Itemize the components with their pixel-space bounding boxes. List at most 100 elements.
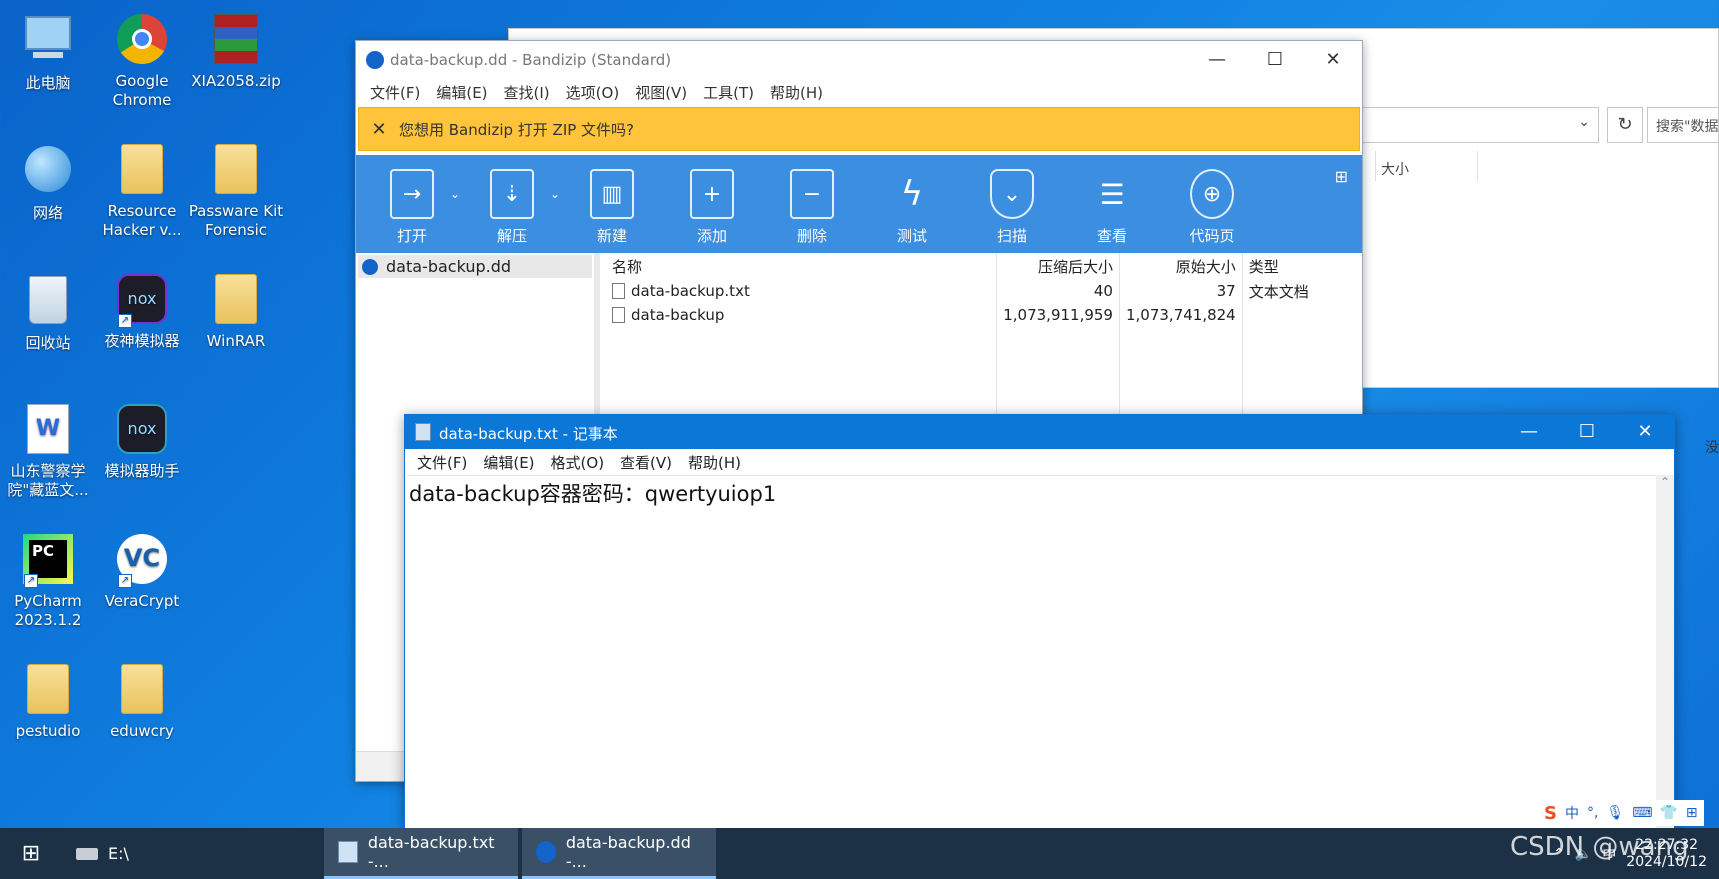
network-globe-icon [22, 146, 74, 202]
window-title: data-backup.dd - Bandizip (Standard) [390, 51, 672, 69]
menu-help[interactable]: 帮助(H) [762, 79, 831, 105]
start-button[interactable]: ⊞ [0, 841, 62, 866]
notepad-titlebar[interactable]: data-backup.txt - 记事本 — ☐ ✕ [405, 415, 1674, 449]
column-header-type[interactable]: 类型 [1242, 253, 1362, 279]
desktop-icon-pycharm[interactable]: PC ↗ PyCharm 2023.1.2 [0, 530, 96, 630]
open-button[interactable]: → 打开 ⌄ [362, 155, 462, 253]
taskbar-item-drive-e[interactable]: E:\ [62, 828, 252, 879]
folder-icon [210, 144, 262, 200]
chevron-up-icon[interactable]: ⌃ [1656, 475, 1674, 489]
menu-help[interactable]: 帮助(H) [680, 449, 749, 473]
pycharm-icon: PC ↗ [22, 534, 74, 590]
ime-toolbar[interactable]: S 中 °, 🎙 ⌨ 👕 ⊞ [1538, 800, 1704, 826]
desktop-icon-eduwcry[interactable]: eduwcry [94, 660, 190, 741]
menu-file[interactable]: 文件(F) [362, 79, 428, 105]
menu-find[interactable]: 查找(I) [496, 79, 558, 105]
desktop-icon-this-pc[interactable]: 此电脑 [0, 10, 96, 93]
keyboard-icon[interactable]: ⌨ [1632, 805, 1652, 821]
lightning-icon: ϟ [900, 174, 924, 214]
refresh-button[interactable]: ↻ [1607, 107, 1643, 143]
delete-button[interactable]: − 删除 [762, 155, 862, 253]
search-input[interactable]: 搜索"数据 [1647, 107, 1719, 143]
bandizip-app-icon [362, 258, 378, 275]
desktop-icon-emulator-helper[interactable]: nox 模拟器助手 [94, 400, 190, 481]
desktop-icon-recycle-bin[interactable]: 回收站 [0, 270, 96, 353]
folder-icon [116, 144, 168, 200]
text-editor[interactable]: data-backup容器密码：qwertyuiop1 [407, 475, 1656, 829]
menu-file[interactable]: 文件(F) [409, 449, 475, 473]
desktop-icon-chrome[interactable]: Google Chrome [94, 10, 190, 110]
ime-language[interactable]: 中 [1565, 803, 1579, 823]
chevron-down-icon[interactable]: ⌄ [450, 187, 460, 201]
column-header-original[interactable]: 原始大小 [1119, 253, 1243, 279]
column-header-size[interactable]: 大小 [1381, 159, 1409, 179]
toolbox-icon[interactable]: ⊞ [1686, 805, 1698, 821]
chevron-down-icon[interactable]: ⌄ [1578, 114, 1590, 130]
scan-button[interactable]: ⌄ 扫描 [962, 155, 1062, 253]
bandizip-titlebar[interactable]: data-backup.dd - Bandizip (Standard) — ☐… [356, 41, 1362, 79]
table-row[interactable]: data-backup.txt 40 37 文本文档 [606, 279, 1362, 303]
microphone-icon[interactable]: 🎙 [1606, 805, 1624, 821]
menu-view[interactable]: 查看(V) [612, 449, 680, 473]
taskbar-item-bandizip[interactable]: data-backup.dd -... [522, 828, 716, 879]
desktop-icon-veracrypt[interactable]: VC ↗ VeraCrypt [94, 530, 190, 611]
maximize-button[interactable]: ☐ [1558, 415, 1616, 449]
punctuation-icon[interactable]: °, [1587, 805, 1598, 821]
new-archive-button[interactable]: ▥ 新建 [562, 155, 662, 253]
table-row[interactable]: data-backup 1,073,911,959 1,073,741,824 [606, 303, 1362, 327]
delete-file-icon: − [790, 169, 834, 219]
desktop-icon-pestudio[interactable]: pestudio [0, 660, 96, 741]
column-divider[interactable] [1477, 151, 1478, 181]
notepad-icon [338, 841, 358, 863]
menu-options[interactable]: 选项(O) [558, 79, 628, 105]
add-button[interactable]: + 添加 [662, 155, 762, 253]
desktop-icon-winrar[interactable]: WinRAR [188, 270, 284, 351]
desktop-icon-resource-hacker[interactable]: Resource Hacker v... [94, 140, 190, 240]
extract-button[interactable]: ⇣ 解压 ⌄ [462, 155, 562, 253]
extract-icon: ⇣ [490, 169, 534, 219]
chevron-down-icon[interactable]: ⌄ [550, 187, 560, 201]
desktop-icon-wps-doc[interactable]: W 山东警察学院"藏蓝文... [0, 400, 96, 500]
nox-icon: nox ↗ [116, 274, 168, 330]
desktop-icon-nox[interactable]: nox ↗ 夜神模拟器 [94, 270, 190, 351]
menu-view[interactable]: 视图(V) [627, 79, 695, 105]
column-header-compressed[interactable]: 压缩后大小 [996, 253, 1120, 279]
menu-tools[interactable]: 工具(T) [695, 79, 762, 105]
menu-edit[interactable]: 编辑(E) [428, 79, 495, 105]
layout-grid-icon[interactable]: ⊞ [1335, 167, 1348, 186]
close-button[interactable]: ✕ [1616, 415, 1674, 449]
desktop-icon-xia2058-zip[interactable]: XIA2058.zip [188, 10, 284, 91]
desktop-icon-network[interactable]: 网络 [0, 140, 96, 223]
vertical-scrollbar[interactable]: ⌃ [1656, 475, 1674, 829]
minimize-button[interactable]: — [1500, 415, 1558, 449]
notepad-window[interactable]: data-backup.txt - 记事本 — ☐ ✕ 文件(F) 编辑(E) … [404, 414, 1675, 830]
recycle-bin-icon [22, 276, 74, 332]
close-icon[interactable]: ✕ [359, 119, 399, 140]
close-button[interactable]: ✕ [1304, 41, 1362, 79]
maximize-button[interactable]: ☐ [1246, 41, 1304, 79]
wps-document-icon: W [22, 404, 74, 460]
test-button[interactable]: ϟ 测试 [862, 155, 962, 253]
winrar-archive-icon [210, 14, 262, 70]
bandizip-app-icon [536, 841, 556, 863]
tree-node-root[interactable]: data-backup.dd [358, 255, 592, 278]
address-bar[interactable]: ⌄ [1351, 107, 1599, 143]
zip-association-banner: ✕ 您想用 Bandizip 打开 ZIP 文件吗? [358, 107, 1360, 151]
menu-format[interactable]: 格式(O) [543, 449, 613, 473]
shortcut-arrow-icon: ↗ [118, 574, 132, 588]
menu-bar: 文件(F) 编辑(E) 格式(O) 查看(V) 帮助(H) [405, 449, 1674, 473]
chrome-icon [116, 14, 168, 70]
menu-edit[interactable]: 编辑(E) [475, 449, 542, 473]
view-button[interactable]: ☰ 查看 [1062, 155, 1162, 253]
skin-icon[interactable]: 👕 [1660, 805, 1677, 821]
window-title: data-backup.txt - 记事本 [439, 425, 618, 443]
codepage-button[interactable]: ⊕ 代码页 [1162, 155, 1262, 253]
desktop-icon-passware[interactable]: Passware Kit Forensic [188, 140, 284, 240]
minimize-button[interactable]: — [1188, 41, 1246, 79]
column-header-name[interactable]: 名称 [606, 253, 998, 279]
column-divider[interactable] [1375, 151, 1376, 181]
editor-content: data-backup容器密码：qwertyuiop1 [409, 482, 777, 506]
taskbar: ⊞ E:\ data-backup.txt -... data-backup.d… [0, 828, 1719, 879]
taskbar-item-notepad[interactable]: data-backup.txt -... [324, 828, 518, 879]
open-icon: → [390, 169, 434, 219]
